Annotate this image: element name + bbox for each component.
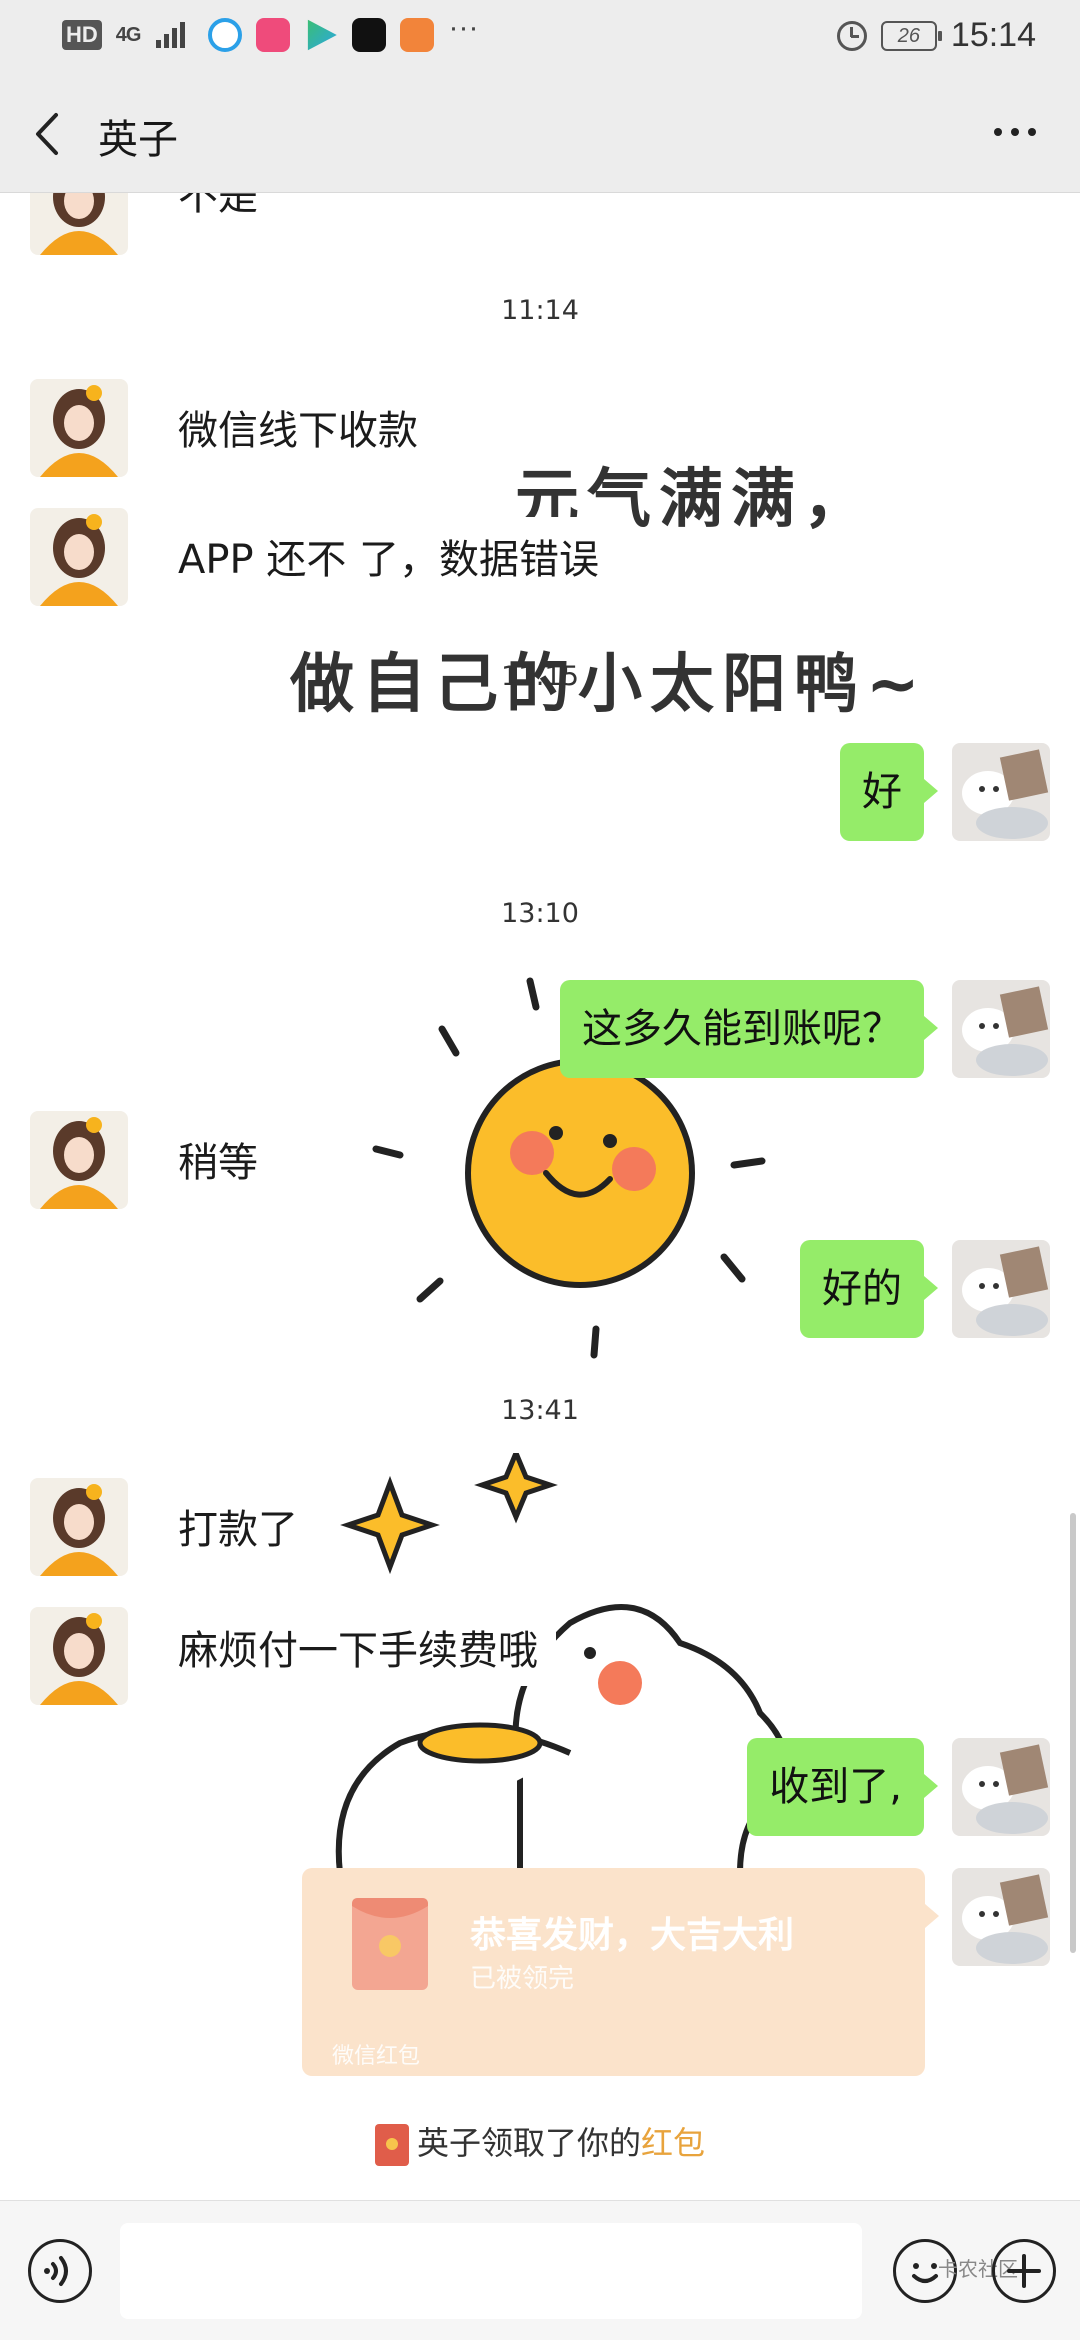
system-notice-text: 英子领取了你的 (416, 2124, 641, 2162)
red-packet-status: 已被领完 (470, 1964, 575, 1994)
chevron-left-icon[interactable] (28, 109, 68, 159)
message-timestamp: 13:41 (501, 1395, 579, 1426)
my-avatar[interactable] (952, 743, 1050, 841)
incoming-message[interactable]: 稍等 (178, 1120, 258, 1198)
incoming-message[interactable]: 麻烦付一下手续费哦 (178, 1608, 556, 1686)
red-packet-icon (374, 2124, 409, 2166)
my-avatar[interactable] (952, 1738, 1050, 1836)
chat-header: 英子 (0, 75, 1080, 193)
message-timestamp: 11:14 (501, 295, 579, 326)
incoming-message[interactable]: 打款了 (178, 1487, 298, 1565)
hd-indicator: HD (62, 20, 102, 50)
alarm-icon (836, 20, 867, 51)
signal-icon (156, 22, 186, 48)
system-notice: 英子领取了你的红包 (0, 2118, 1080, 2166)
app-notification-icon (208, 18, 243, 52)
red-packet-icon (352, 1898, 428, 1990)
contact-avatar[interactable] (30, 508, 128, 606)
my-avatar[interactable] (952, 1868, 1050, 1966)
my-avatar[interactable] (952, 1240, 1050, 1338)
status-left: HD 4G ··· (62, 11, 478, 52)
message-timestamp: 13:10 (501, 898, 579, 929)
app-notification-icon (307, 19, 337, 51)
more-notifications-icon: ··· (448, 11, 479, 44)
plus-icon[interactable] (992, 2239, 1056, 2303)
outgoing-message[interactable]: 好 (840, 743, 938, 841)
message-timestamp: 11:15 (501, 661, 579, 692)
incoming-message[interactable]: APP 还不 了，数据错误 (178, 517, 620, 595)
status-time: 15:14 (950, 16, 1036, 54)
contact-avatar[interactable] (30, 1111, 128, 1209)
my-avatar[interactable] (952, 980, 1050, 1078)
incoming-message[interactable]: 不是 (178, 193, 258, 231)
outgoing-message[interactable]: 收到了, (747, 1738, 938, 1836)
contact-avatar[interactable] (30, 1478, 128, 1576)
message-input[interactable] (120, 2223, 862, 2319)
chat-title: 英子 (98, 117, 178, 163)
more-dots-icon[interactable] (990, 117, 1040, 147)
app-notification-icon (400, 18, 435, 52)
status-bar: HD 4G ··· 26 15:14 (0, 0, 1080, 75)
app-notification-icon (256, 18, 291, 52)
red-packet-label: 微信红包 (332, 2044, 421, 2069)
red-packet-link[interactable]: 红包 (641, 2124, 705, 2162)
battery-icon: 26 (880, 20, 942, 51)
contact-avatar[interactable] (30, 1607, 128, 1705)
contact-avatar[interactable] (30, 193, 128, 255)
chat-history[interactable]: 元气满满， 做自己的小太阳鸭~ 不是 11:14 微信线下收款 APP 还不 了… (0, 193, 1080, 2200)
contact-avatar[interactable] (30, 379, 128, 477)
incoming-message[interactable]: 微信线下收款 (178, 388, 418, 466)
app-notification-icon (352, 18, 387, 52)
red-packet-title: 恭喜发财，大吉大利 (470, 1915, 795, 1956)
scrollbar[interactable] (1070, 1513, 1076, 1953)
status-right: 26 15:14 (836, 16, 1036, 55)
network-indicator: 4G (115, 23, 142, 46)
outgoing-message[interactable]: 这多久能到账呢？ (560, 980, 938, 1078)
voice-icon[interactable] (28, 2239, 92, 2303)
input-bar: 卡农社区 (0, 2200, 1080, 2340)
outgoing-message[interactable]: 好的 (800, 1240, 938, 1338)
red-packet-card[interactable]: 恭喜发财，大吉大利 已被领完 微信红包 (302, 1868, 939, 2076)
